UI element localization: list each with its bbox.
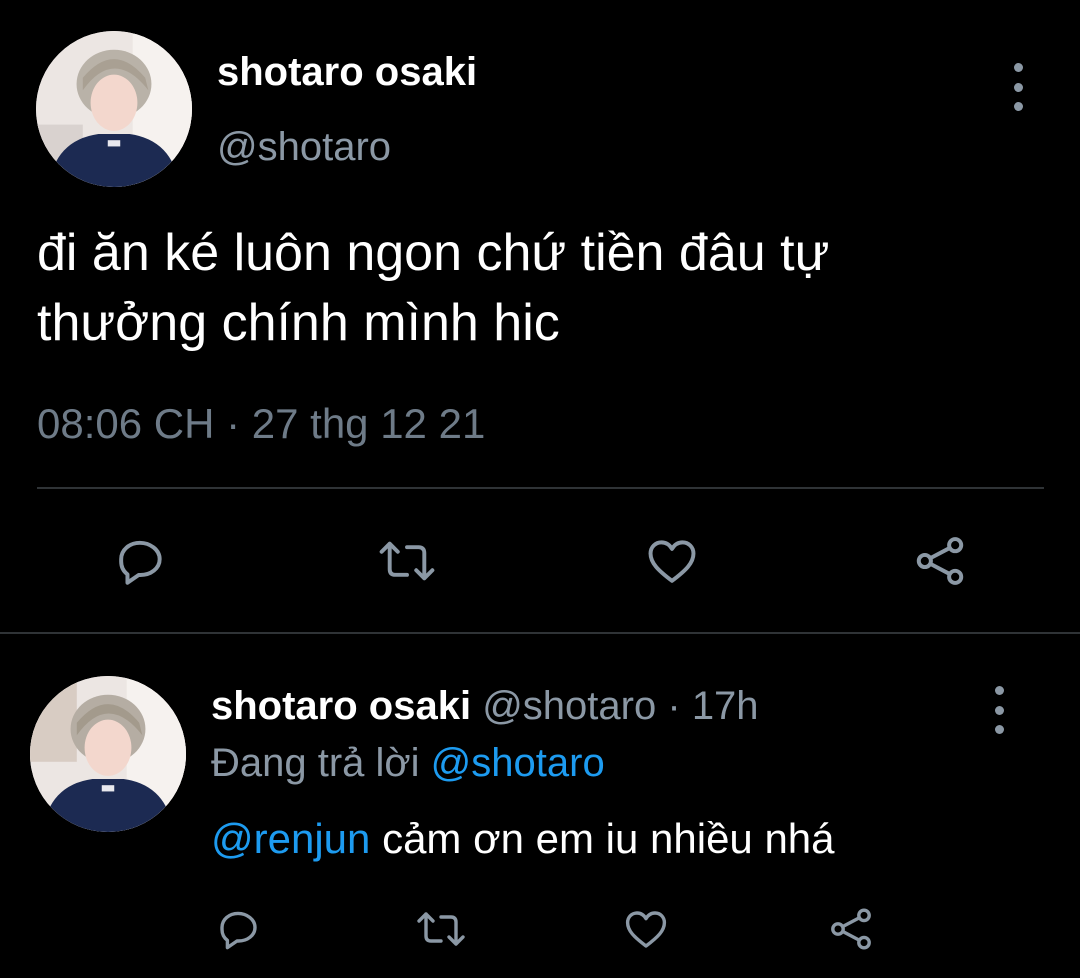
tweet-separator (0, 632, 1080, 634)
tweet-timestamp[interactable]: 08:06 CH · 27 thg 12 21 (37, 400, 485, 448)
avatar[interactable] (36, 31, 192, 187)
more-options-icon[interactable] (1006, 63, 1030, 111)
mention-link[interactable]: @renjun (211, 815, 370, 862)
reply-icon[interactable] (112, 532, 170, 590)
avatar-photo (30, 676, 186, 832)
more-options-icon[interactable] (987, 686, 1011, 734)
separator-dot: · (667, 684, 681, 728)
reply-icon[interactable] (214, 904, 264, 954)
replying-to-label: Đang trả lời (211, 741, 420, 785)
share-icon[interactable] (825, 904, 877, 954)
tweet-text: đi ăn ké luôn ngon chứ tiền đâu tự thưởn… (37, 224, 830, 352)
avatar[interactable] (30, 676, 186, 832)
tweet-body: cảm ơn em iu nhiều nhá (382, 815, 835, 862)
author-name[interactable]: shotaro osaki (217, 50, 477, 95)
author-name[interactable]: shotaro osaki (211, 684, 471, 728)
reply-header: shotaro osaki @shotaro · 17h (211, 684, 759, 729)
retweet-icon[interactable] (377, 532, 437, 590)
replying-to-handle[interactable]: @shotaro (431, 741, 605, 785)
author-handle[interactable]: @shotaro (482, 684, 656, 728)
like-icon[interactable] (642, 532, 702, 590)
retweet-icon[interactable] (413, 904, 469, 954)
replying-to: Đang trả lời @shotaro (211, 741, 605, 786)
author-handle[interactable]: @shotaro (217, 125, 391, 170)
share-icon[interactable] (910, 532, 970, 590)
like-icon[interactable] (620, 904, 672, 954)
tweet-text: @renjun cảm ơn em iu nhiều nhá (211, 815, 835, 863)
tweet-time[interactable]: 17h (692, 684, 759, 728)
divider (37, 487, 1044, 489)
avatar-photo (36, 31, 192, 187)
